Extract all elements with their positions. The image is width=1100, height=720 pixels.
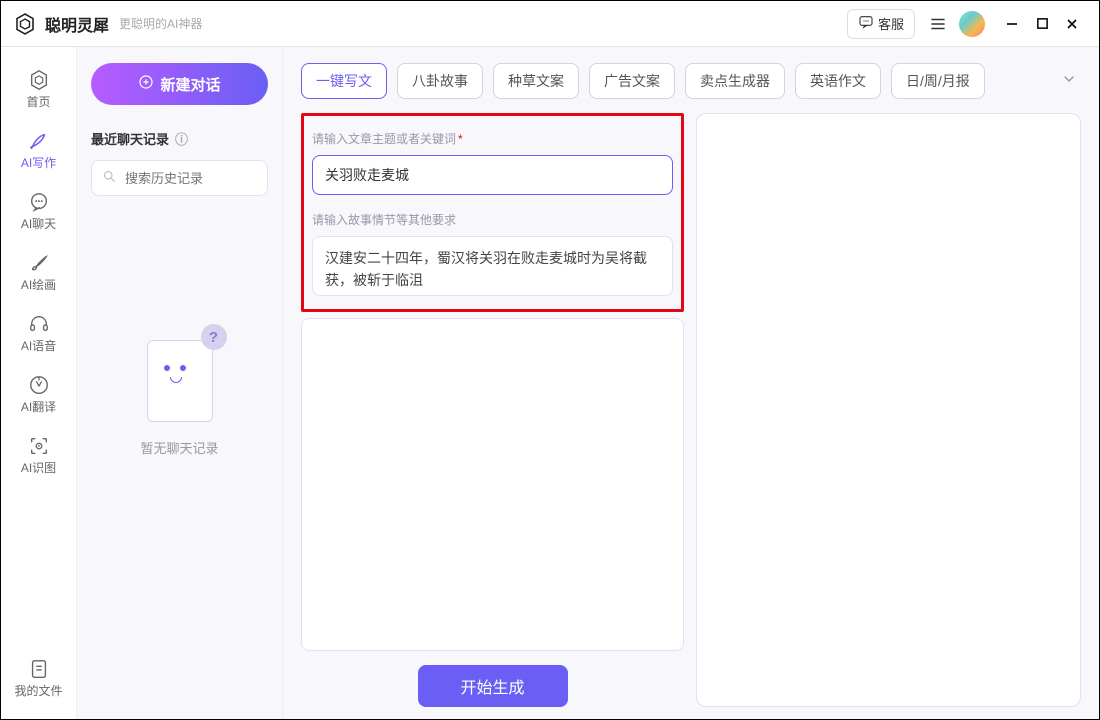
titlebar: 聪明灵犀 更聪明的AI神器 客服: [1, 1, 1099, 47]
nav-label: AI绘画: [21, 276, 56, 293]
detail-textarea-top[interactable]: [312, 236, 673, 296]
nav-ai-painting[interactable]: AI绘画: [1, 242, 76, 303]
history-section-title: 最近聊天记录 ⓘ: [91, 129, 268, 148]
topic-label: 请输入文章主题或者关键词*: [312, 130, 673, 147]
home-hex-icon: [28, 69, 50, 91]
tab-grass-copy[interactable]: 种草文案: [493, 63, 579, 99]
tab-one-click-writing[interactable]: 一键写文: [301, 63, 387, 99]
nav-ai-writing[interactable]: AI写作: [1, 120, 76, 181]
writing-template-tabs: 一键写文 八卦故事 种草文案 广告文案 卖点生成器 英语作文 日/周/月报: [301, 63, 1081, 99]
nav-home[interactable]: 首页: [1, 59, 76, 120]
nav-ai-voice[interactable]: AI语音: [1, 303, 76, 364]
output-panel: [696, 113, 1081, 707]
nav-label: AI翻译: [21, 398, 56, 415]
tab-selling-points[interactable]: 卖点生成器: [685, 63, 785, 99]
detail-textarea[interactable]: [301, 318, 684, 651]
window-minimize-icon[interactable]: [997, 9, 1027, 39]
history-panel: 新建对话 最近聊天记录 ⓘ ? 暂无聊天记录: [77, 47, 283, 719]
window-close-icon[interactable]: [1057, 9, 1087, 39]
chat-bubble-icon: [858, 14, 874, 33]
headset-icon: [28, 313, 50, 335]
empty-document-icon: ?: [135, 326, 225, 426]
support-button[interactable]: 客服: [847, 9, 915, 39]
nav-my-files[interactable]: 我的文件: [1, 648, 76, 709]
tabs-expand-button[interactable]: [1057, 67, 1081, 96]
file-icon: [28, 658, 50, 680]
menu-icon[interactable]: [925, 11, 951, 37]
search-icon: [102, 169, 117, 187]
nav-label: AI语音: [21, 337, 56, 354]
nav-ai-chat[interactable]: AI聊天: [1, 181, 76, 242]
help-icon[interactable]: ⓘ: [175, 129, 188, 148]
nav-ai-vision[interactable]: AI识图: [1, 425, 76, 486]
required-star-icon: *: [458, 132, 463, 146]
new-chat-label: 新建对话: [160, 74, 220, 95]
tab-gossip-story[interactable]: 八卦故事: [397, 63, 483, 99]
plus-icon: [138, 74, 154, 94]
nav-label: AI识图: [21, 459, 56, 476]
input-form: 请输入文章主题或者关键词* 请输入故事情节等其他要求 开始生成: [301, 113, 684, 707]
nav-label: 首页: [26, 93, 50, 110]
nav-label: AI聊天: [21, 215, 56, 232]
tab-daily-report[interactable]: 日/周/月报: [891, 63, 985, 99]
history-empty-text: 暂无聊天记录: [140, 438, 218, 457]
nav-label: AI写作: [21, 154, 56, 171]
support-label: 客服: [878, 14, 904, 33]
tab-english-essay[interactable]: 英语作文: [795, 63, 881, 99]
detail-label: 请输入故事情节等其他要求: [312, 211, 673, 228]
app-logo-icon: [13, 12, 37, 36]
side-nav: 首页 AI写作 AI聊天 AI绘画 AI语音 AI翻译: [1, 47, 77, 719]
brush-icon: [28, 252, 50, 274]
vision-icon: [28, 435, 50, 457]
nav-ai-translate[interactable]: AI翻译: [1, 364, 76, 425]
highlighted-input-area: 请输入文章主题或者关键词* 请输入故事情节等其他要求: [301, 113, 684, 312]
avatar[interactable]: [959, 11, 985, 37]
history-search[interactable]: [91, 160, 268, 196]
pen-icon: [28, 130, 50, 152]
tab-ad-copy[interactable]: 广告文案: [589, 63, 675, 99]
history-empty-state: ? 暂无聊天记录: [91, 326, 268, 703]
main-content: 一键写文 八卦故事 种草文案 广告文案 卖点生成器 英语作文 日/周/月报 请输…: [283, 47, 1099, 719]
chat-icon: [28, 191, 50, 213]
app-title: 聪明灵犀: [45, 12, 109, 36]
generate-button[interactable]: 开始生成: [418, 665, 568, 707]
app-window: 聪明灵犀 更聪明的AI神器 客服 首页 AI写作 AI聊天: [0, 0, 1100, 720]
topic-input[interactable]: [312, 155, 673, 195]
window-maximize-icon[interactable]: [1027, 9, 1057, 39]
translate-icon: [28, 374, 50, 396]
app-subtitle: 更聪明的AI神器: [119, 15, 202, 32]
nav-label: 我的文件: [14, 682, 62, 699]
new-chat-button[interactable]: 新建对话: [91, 63, 268, 105]
history-search-input[interactable]: [125, 171, 301, 186]
